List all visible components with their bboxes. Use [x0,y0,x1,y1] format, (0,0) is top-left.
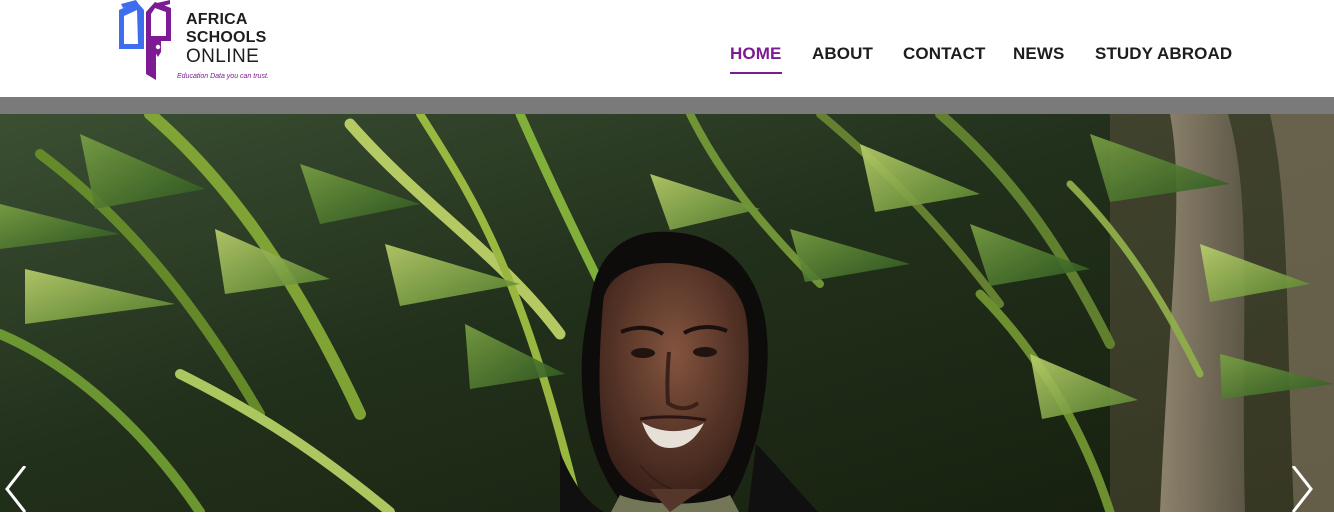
nav-home-active-underline [730,72,782,74]
hero-image [0,114,1334,512]
chevron-right-icon [1291,465,1313,513]
nav-home[interactable]: HOME [730,44,781,68]
slider-next-button[interactable] [1284,465,1318,513]
nav-news[interactable]: NEWS [1013,44,1064,68]
nav-about[interactable]: ABOUT [812,44,873,68]
nav-study-abroad[interactable]: STUDY ABROAD [1095,44,1232,68]
site-header: AFRICA SCHOOLS ONLINE Education Data you… [0,0,1334,97]
header-divider-strip [0,97,1334,114]
chevron-left-icon [5,465,27,513]
nav-contact[interactable]: CONTACT [903,44,986,68]
slider-prev-button[interactable] [0,465,34,513]
main-navigation: HOME ABOUT CONTACT NEWS STUDY ABROAD [0,0,1334,97]
hero-slideshow[interactable] [0,114,1334,512]
